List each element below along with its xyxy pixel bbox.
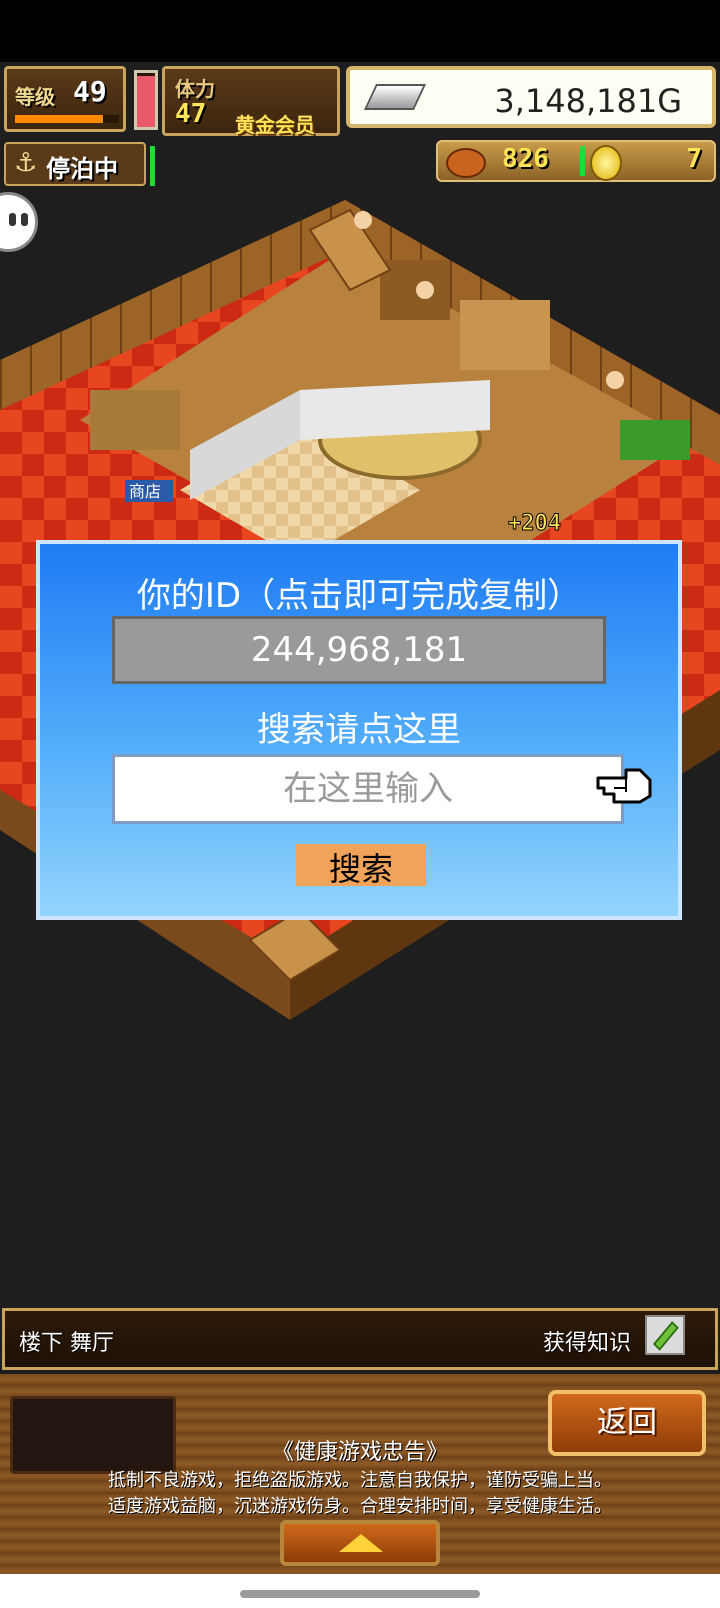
level-label: 等级 bbox=[15, 85, 55, 109]
room-workshop bbox=[90, 390, 180, 450]
location-label: 楼下 舞厅 bbox=[19, 1331, 114, 1356]
npc-sailor[interactable] bbox=[354, 211, 372, 229]
stamina-value: 47 bbox=[175, 99, 207, 129]
room-garden bbox=[620, 420, 690, 460]
membership-badge: 黄金会员 bbox=[235, 113, 315, 137]
npc-sleeper[interactable] bbox=[606, 371, 624, 389]
food-value: 826 bbox=[502, 144, 549, 174]
health-advice-line-1: 抵制不良游戏，拒绝盗版游戏。注意自我保护，谨防受骗上当。 bbox=[108, 1470, 612, 1491]
dialog-title: 你的ID（点击即可完成复制） bbox=[136, 576, 582, 616]
search-hint: 搜索请点这里 bbox=[257, 710, 461, 750]
dock-status[interactable]: ⚓ 停泊中 bbox=[4, 142, 146, 186]
floating-text: +204 bbox=[508, 511, 561, 536]
food-icon bbox=[446, 148, 486, 178]
coin-icon bbox=[590, 145, 622, 181]
dock-status-label: 停泊中 bbox=[46, 155, 118, 183]
resource-panel[interactable]: 826 7 bbox=[436, 140, 716, 182]
system-nav-bar bbox=[0, 1574, 720, 1608]
silver-ingot-icon bbox=[363, 84, 427, 110]
gold-panel[interactable]: 3,148,181G bbox=[346, 66, 716, 128]
id-dialog: 你的ID（点击即可完成复制） 244,968,181 搜索请点这里 搜索 bbox=[36, 540, 682, 920]
search-input[interactable] bbox=[112, 754, 624, 824]
level-progress-bar bbox=[15, 115, 119, 123]
level-value: 49 bbox=[73, 75, 107, 108]
status-bar bbox=[0, 0, 720, 62]
anchor-icon: ⚓ bbox=[14, 148, 38, 178]
location-info-bar[interactable]: 楼下 舞厅 获得知识 bbox=[2, 1308, 718, 1370]
bottom-panel: 返回 《健康游戏忠告》 抵制不良游戏，拒绝盗版游戏。注意自我保护，谨防受骗上当。… bbox=[0, 1374, 720, 1574]
npc-merchant[interactable] bbox=[416, 281, 434, 299]
expand-menu-button[interactable] bbox=[280, 1520, 440, 1566]
search-button[interactable]: 搜索 bbox=[296, 844, 426, 888]
health-advice-title: 《健康游戏忠告》 bbox=[271, 1440, 448, 1465]
user-id-copy-box[interactable]: 244,968,181 bbox=[112, 616, 606, 684]
home-indicator[interactable] bbox=[240, 1590, 480, 1598]
level-progress-fill bbox=[15, 115, 104, 123]
coin-value: 7 bbox=[686, 144, 702, 174]
level-panel[interactable]: 等级 49 bbox=[4, 66, 126, 132]
stamina-gauge bbox=[134, 70, 158, 130]
scroll-icon[interactable] bbox=[645, 1315, 685, 1355]
shop-sign: 商店 bbox=[129, 482, 161, 501]
gold-value: 3,148,181G bbox=[494, 82, 682, 120]
hall-wall-right bbox=[300, 380, 490, 440]
resource-divider bbox=[580, 146, 585, 176]
up-arrow-icon bbox=[339, 1534, 383, 1552]
stamina-label: 体力 bbox=[175, 77, 215, 101]
room-kitchen bbox=[460, 300, 550, 370]
knowledge-label: 获得知识 bbox=[542, 1331, 631, 1356]
stamina-gauge-fill bbox=[137, 75, 155, 127]
hand-pointer-icon bbox=[596, 768, 652, 804]
dock-status-indicator bbox=[150, 146, 155, 186]
stamina-panel[interactable]: 体力 47 黄金会员 bbox=[162, 66, 340, 137]
health-advice-line-2: 适度游戏益脑，沉迷游戏伤身。合理安排时间，享受健康生活。 bbox=[108, 1496, 612, 1517]
